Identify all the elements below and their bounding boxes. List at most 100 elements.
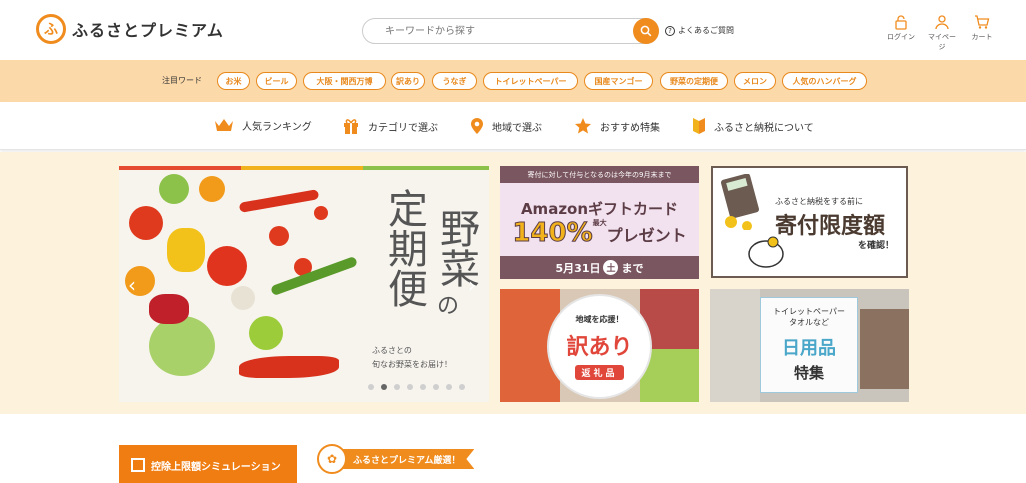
carousel-next-button[interactable]: › — [465, 274, 479, 296]
amazon-until: まで — [621, 261, 644, 275]
nav-ranking[interactable]: 人気ランキング — [214, 117, 312, 133]
keyword-chip[interactable]: 大阪・関西万博 — [303, 72, 386, 90]
amazon-present: プレゼント — [606, 226, 687, 245]
slide-title-no: の — [437, 294, 460, 319]
carousel-dot[interactable] — [420, 384, 426, 390]
carousel-dots — [368, 384, 465, 390]
wakeari-top: 地域を応援！ — [575, 315, 624, 324]
login-label: ログイン — [887, 33, 915, 41]
faq-label: よくあるご質問 — [678, 26, 734, 35]
question-icon: ? — [665, 25, 675, 36]
keyword-bar: 注目ワード お米 ビール 大阪・関西万博 訳あり うなぎ トイレットペーパー 国… — [0, 60, 1026, 102]
nav-ranking-label: 人気ランキング — [242, 121, 312, 133]
carousel-dot[interactable] — [394, 384, 400, 390]
towel-photo — [860, 309, 909, 389]
faq-link[interactable]: ? よくあるご質問 — [665, 25, 734, 36]
simulation-label: 控除上限額シミュレーション — [151, 461, 281, 473]
daily-top: トイレットペーパー タオルなど — [761, 306, 857, 328]
cart-button[interactable]: カート — [967, 14, 997, 42]
map-pin-icon — [471, 118, 483, 134]
beginner-mark-icon — [693, 118, 705, 134]
search-input[interactable] — [385, 19, 625, 43]
keyword-chip[interactable]: ビール — [256, 72, 297, 90]
wakeari-bottom: 返礼品 — [575, 365, 624, 380]
slide-title-col2: 定期便 — [381, 188, 427, 308]
daily-top-line2: タオルなど — [789, 318, 829, 327]
limit-banner-sub: ふるさと納税をする前に — [775, 197, 863, 206]
carousel-dot[interactable] — [381, 384, 387, 390]
amazon-weekday: 土 — [603, 260, 619, 275]
keyword-chip[interactable]: 訳あり — [391, 72, 425, 90]
premium-selection-tag: ✿ ふるさとプレミアム厳選！ — [317, 444, 475, 474]
logo-mark: ふ — [36, 14, 66, 44]
amazon-banner-title: Amazonギフトカード — [520, 200, 679, 218]
mypage-label: マイページ — [928, 33, 956, 51]
search-box — [362, 18, 659, 44]
tissue-photo — [710, 289, 760, 402]
logo-text: ふるさとプレミアム — [72, 21, 224, 40]
login-button[interactable]: ログイン — [886, 14, 916, 42]
wakeari-banner[interactable]: 地域を応援！ 訳あり 返礼品 — [500, 289, 699, 402]
premium-tag-label: ふるさとプレミアム厳選！ — [341, 449, 475, 469]
user-icon — [935, 15, 949, 30]
carousel-dot[interactable] — [407, 384, 413, 390]
limit-banner-confirm: を確認！ — [858, 241, 895, 251]
amazon-percent-note: 最大 — [592, 219, 607, 227]
keyword-chip[interactable]: 人気のハンバーグ — [782, 72, 867, 90]
slide-color-strip — [119, 166, 489, 170]
search-icon — [640, 25, 652, 37]
crown-icon — [215, 119, 233, 131]
deduction-simulation-button[interactable]: 控除上限額シミュレーション — [119, 445, 297, 483]
nav-region[interactable]: 地域で選ぶ — [470, 117, 542, 135]
cart-label: カート — [971, 33, 993, 41]
keyword-chip[interactable]: トイレットペーパー — [483, 72, 578, 90]
daily-goods-label: トイレットペーパー タオルなど 日用品 特集 — [760, 297, 858, 393]
hero-carousel[interactable]: 野菜 定期便 の ふるさとの 旬なお野菜をお届け！ ‹ › — [119, 166, 489, 402]
nav-about[interactable]: ふるさと納税について — [692, 117, 814, 135]
amazon-percent: 140 — [512, 218, 567, 249]
donation-limit-banner[interactable]: ふるさと納税をする前に 寄付限度額 を確認！ — [711, 166, 908, 278]
limit-banner-title: 寄付限度額 — [775, 214, 886, 239]
nav-region-label: 地域で選ぶ — [492, 122, 542, 134]
lock-icon — [895, 15, 907, 30]
cart-icon — [975, 15, 990, 29]
slide-title: 野菜 定期便 — [369, 188, 479, 308]
carousel-prev-button[interactable]: ‹ — [125, 274, 139, 296]
slide-subtitle: ふるさとの 旬なお野菜をお届け！ — [372, 344, 482, 372]
keyword-chip[interactable]: うなぎ — [432, 72, 477, 90]
amazon-percent-suffix: % — [566, 218, 593, 249]
carousel-dot[interactable] — [368, 384, 374, 390]
nav-featured-label: おすすめ特集 — [600, 122, 660, 134]
amazon-banner-percent-row: 140%最大プレゼント — [500, 218, 699, 249]
daily-goods-banner[interactable]: トイレットペーパー タオルなど 日用品 特集 — [710, 289, 909, 402]
keyword-chip[interactable]: お米 — [217, 72, 250, 90]
wakeari-badge: 地域を応援！ 訳あり 返礼品 — [547, 294, 652, 399]
keyword-chip[interactable]: 国産マンゴー — [584, 72, 653, 90]
amazon-banner-top: 寄付に対して付与となるのは今年の9月末まで — [500, 166, 699, 183]
gift-icon — [344, 119, 358, 134]
search-button[interactable] — [633, 18, 659, 44]
slide-subtitle-line2: 旬なお野菜をお届け！ — [372, 360, 452, 369]
carousel-dot[interactable] — [459, 384, 465, 390]
carousel-dot[interactable] — [433, 384, 439, 390]
amazon-date: 5月31日 — [555, 261, 601, 275]
daily-main: 日用品 — [782, 338, 836, 359]
nav-featured[interactable]: おすすめ特集 — [574, 117, 660, 135]
slide-subtitle-line1: ふるさとの — [372, 346, 412, 355]
carousel-dot[interactable] — [446, 384, 452, 390]
site-logo[interactable]: ふ ふるさとプレミアム — [36, 14, 224, 44]
star-icon — [575, 118, 591, 134]
flower-icon: ✿ — [317, 444, 347, 474]
daily-top-line1: トイレットペーパー — [773, 307, 845, 316]
calculator-icon — [721, 174, 759, 230]
daily-bottom: 特集 — [793, 364, 824, 382]
keyword-chip[interactable]: メロン — [734, 72, 776, 90]
amazon-gift-banner[interactable]: 寄付に対して付与となるのは今年の9月末まで Amazonギフトカード 140%最… — [500, 166, 699, 279]
nav-category-label: カテゴリで選ぶ — [368, 122, 438, 134]
amazon-banner-deadline: 5月31日 土 まで — [500, 256, 699, 279]
nav-category[interactable]: カテゴリで選ぶ — [342, 117, 438, 135]
hero-section: 野菜 定期便 の ふるさとの 旬なお野菜をお届け！ ‹ › 寄付に対して付与とな… — [0, 152, 1026, 414]
mypage-button[interactable]: マイページ — [927, 14, 957, 52]
wakeari-main: 訳あり — [566, 335, 633, 360]
keyword-chip[interactable]: 野菜の定期便 — [660, 72, 728, 90]
